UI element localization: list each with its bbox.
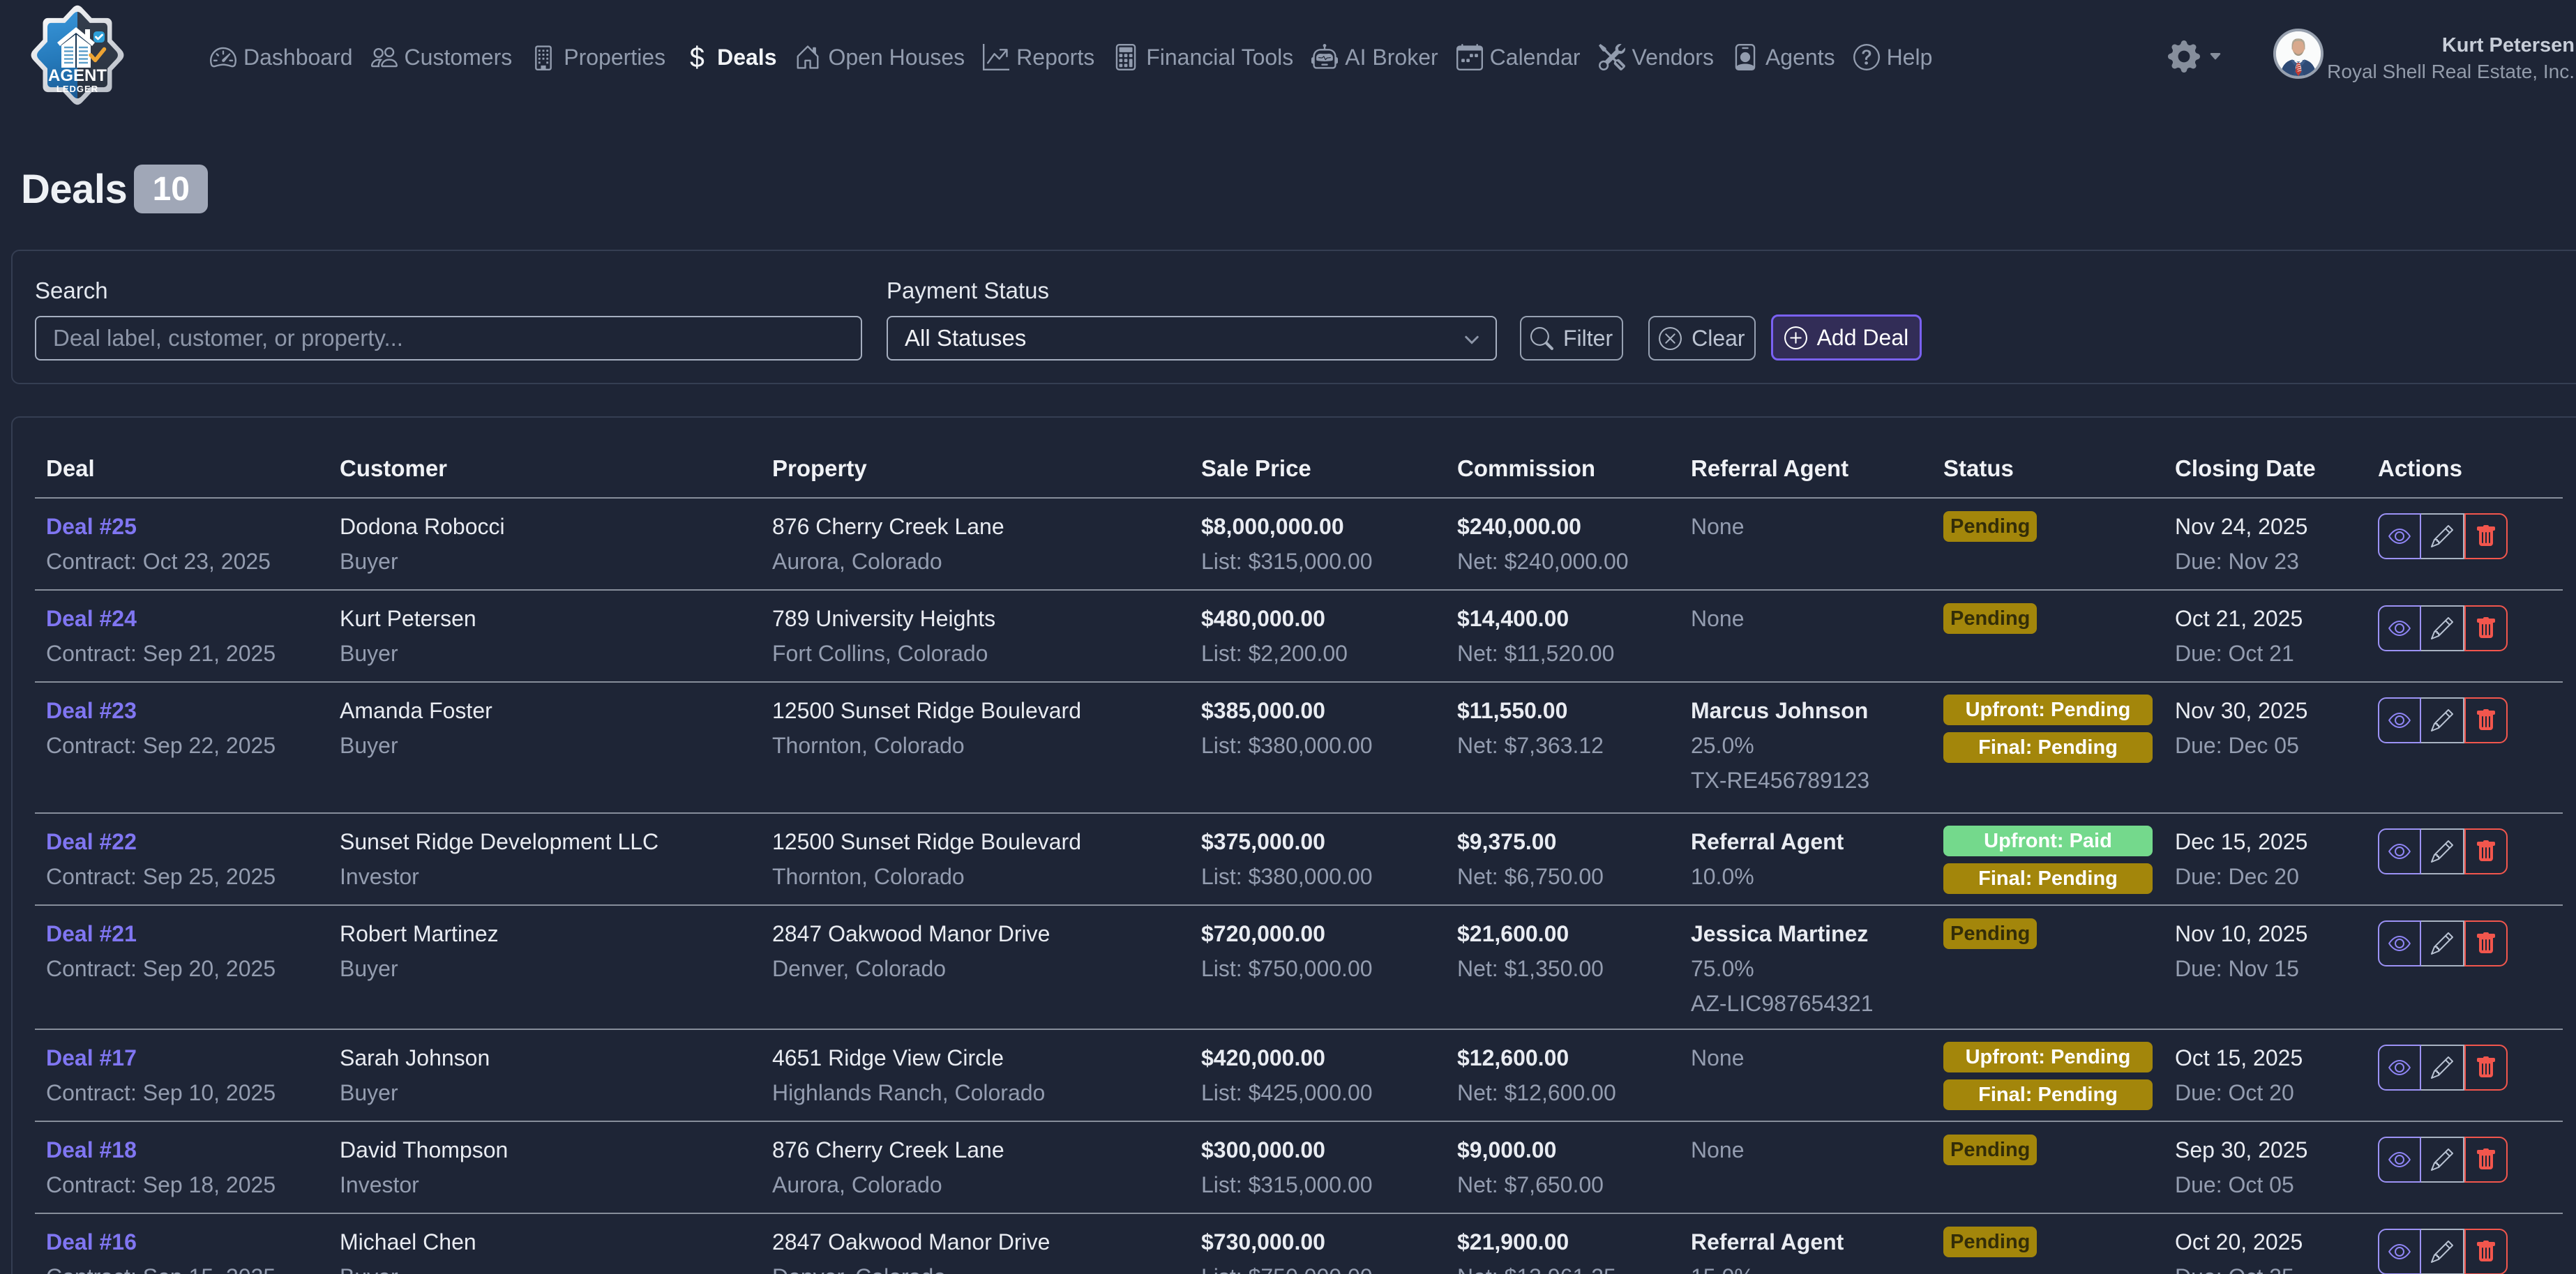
svg-text:AGENT: AGENT: [48, 66, 107, 85]
svg-text:LEDGER: LEDGER: [57, 84, 98, 94]
